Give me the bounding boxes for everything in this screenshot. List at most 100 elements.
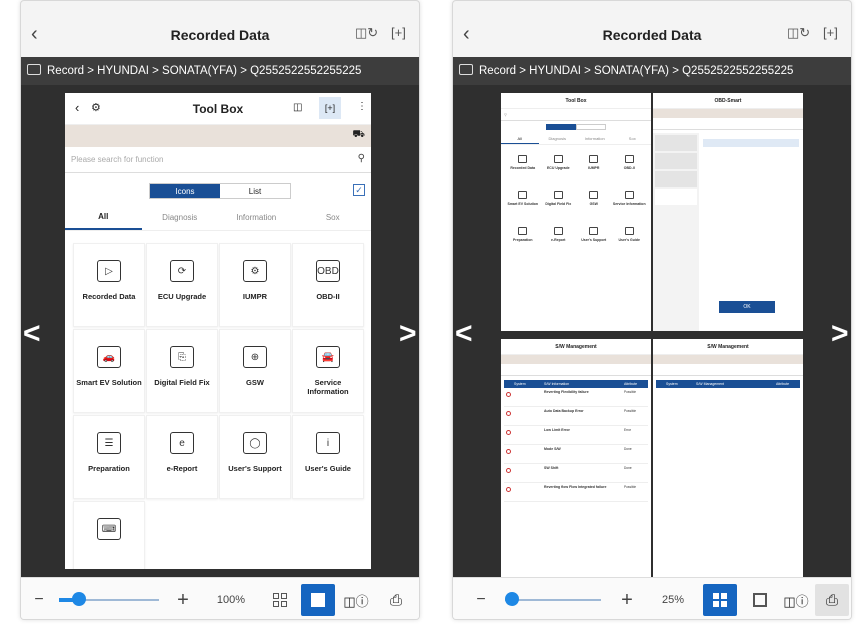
tool-tile[interactable]: e e-Report [146, 415, 218, 499]
toolbox-title: Tool Box [192, 101, 244, 116]
car-icon[interactable]: ⛟ [352, 129, 365, 142]
mini-th: S/W Information [544, 382, 570, 386]
grid-icon [273, 593, 287, 607]
arrow-right-icon[interactable]: > [399, 317, 417, 351]
grid-view-button[interactable] [263, 584, 297, 616]
mini-th: System [666, 382, 678, 386]
mini-tabs: All Diagnosis Information Sox [501, 133, 651, 145]
arrow-right-icon[interactable]: > [831, 317, 849, 351]
toggle-icons[interactable]: Icons [150, 184, 220, 198]
mini-tab: Diagnosis [548, 136, 567, 141]
tool-tile[interactable]: ⎘ Digital Field Fix [146, 329, 218, 413]
mini-title: Tool Box [565, 97, 587, 104]
expand-icon[interactable]: [+] [391, 25, 406, 40]
tool-label: Digital Field Fix [154, 378, 210, 387]
device-sync-icon[interactable]: ◫↻ [355, 25, 378, 41]
tab-sox[interactable]: Sox [295, 205, 372, 230]
checkbox[interactable]: ✓ [353, 184, 365, 196]
single-view-button[interactable] [301, 584, 335, 616]
row-title: SW Shift [544, 466, 559, 470]
tool-tile[interactable]: ⟳ ECU Upgrade [146, 243, 218, 327]
info-image-button[interactable]: ◫ⓘ [779, 584, 813, 616]
tool-tile[interactable]: ◯ User's Support [219, 415, 291, 499]
back-icon[interactable]: ‹ [31, 23, 38, 46]
expand-icon[interactable]: [+] [823, 25, 838, 40]
mini-search [501, 364, 651, 376]
device-icon[interactable]: ◫ [293, 102, 302, 113]
mini-obd-screen[interactable]: OBD-Smart OK [653, 93, 803, 331]
back-icon[interactable]: ‹ [75, 100, 79, 115]
mini-tab: Information [584, 136, 605, 141]
mini-tile-label: Digital Field Fix [545, 202, 572, 206]
search-input[interactable]: Please search for function ⚲ [65, 147, 371, 173]
keyboard-tile[interactable]: ⌨ [73, 501, 145, 569]
row-title: Reverting Flexibility failure [544, 390, 589, 394]
tool-tile[interactable]: OBD OBD-II [292, 243, 364, 327]
print-button[interactable]: ⎙ [815, 584, 849, 616]
tab-information[interactable]: Information [218, 205, 295, 230]
mini-tile-label: IUMPR [588, 166, 600, 170]
info-image-button[interactable]: ◫ⓘ [339, 584, 373, 616]
arrow-left-icon[interactable]: < [455, 317, 473, 351]
toggle-list[interactable]: List [220, 184, 290, 198]
mini-tile-label: User's Support [581, 238, 607, 242]
print-button[interactable]: ⎙ [379, 584, 413, 616]
mini-tile-icon [553, 227, 563, 235]
tool-label: User's Guide [305, 464, 351, 473]
zoom-slider-thumb[interactable] [505, 592, 519, 606]
tool-tile[interactable]: 🚗 Smart EV Solution [73, 329, 145, 413]
grid-view-button[interactable] [703, 584, 737, 616]
left-viewer-panel: ‹ Recorded Data ◫↻ [+] Record > HYUNDAI … [20, 0, 420, 620]
tool-tile[interactable]: ⊕ GSW [219, 329, 291, 413]
search-icon[interactable]: ⚲ [358, 153, 365, 164]
zoom-level: 100% [216, 594, 246, 606]
expand-icon[interactable]: [+] [319, 97, 341, 119]
zoom-slider-thumb[interactable] [72, 592, 86, 606]
zoom-slider-track[interactable] [505, 599, 601, 601]
mini-header: OBD-Smart [653, 93, 803, 109]
tool-tile[interactable]: ⚙ IUMPR [219, 243, 291, 327]
view-toggle[interactable]: Icons List [149, 183, 291, 199]
mini-tile-label: ECU Upgrade [546, 166, 570, 170]
mini-tile-label: OBD-II [623, 166, 635, 170]
breadcrumb: Record > HYUNDAI > SONATA(YFA) > Q255252… [453, 57, 851, 85]
mini-title: S/W Management [555, 343, 597, 350]
mini-header: Tool Box [501, 93, 651, 109]
mini-toolbox-screen[interactable]: Tool Box ⚲ All Diagnosis Information Sox… [501, 93, 651, 331]
tab-all[interactable]: All [65, 205, 142, 230]
mini-ok-button: OK [719, 301, 775, 313]
zoom-out-button[interactable]: − [471, 578, 491, 619]
table-row: Mode S/W Done [504, 445, 648, 464]
settings-icon[interactable]: ⚙ [91, 101, 101, 114]
table-row: Auto Data Backup Error Possible [504, 407, 648, 426]
mini-side-list [653, 133, 699, 331]
tool-tile[interactable]: ☰ Preparation [73, 415, 145, 499]
arrow-left-icon[interactable]: < [23, 317, 41, 351]
mini-search: ⚲ [501, 109, 651, 121]
image-info-icon: ◫ⓘ [343, 593, 369, 609]
mini-tile-label: Smart EV Solution [507, 202, 539, 206]
tab-diagnosis[interactable]: Diagnosis [142, 205, 219, 230]
mini-table-body: Reverting Flexibility failure Possible Aut… [504, 388, 648, 502]
mini-grid: Recorded Data ECU Upgrade IUMPR OBD-II Smart… [501, 145, 651, 261]
single-view-button[interactable] [743, 584, 777, 616]
toolbox-grid: ▷ Recorded Data ⟳ ECU Upgrade ⚙ IUMPR OBD OBD-I… [73, 243, 364, 569]
mini-sw-management-screen[interactable]: S/W Management System S/W Information At… [501, 339, 651, 577]
zoom-in-button[interactable]: + [173, 578, 193, 619]
zoom-out-button[interactable]: − [29, 578, 49, 619]
warning-icon [506, 430, 511, 435]
tool-tile[interactable]: ▷ Recorded Data [73, 243, 145, 327]
mini-title: S/W Management [707, 343, 749, 350]
mini-tile-icon [589, 227, 599, 235]
device-sync-icon[interactable]: ◫↻ [787, 25, 810, 41]
mini-tile-label: GSW [589, 202, 598, 206]
zoom-in-button[interactable]: + [617, 578, 637, 619]
tool-tile[interactable]: i User's Guide [292, 415, 364, 499]
back-icon[interactable]: ‹ [463, 23, 470, 46]
more-icon[interactable]: ⋮ [357, 101, 367, 112]
mini-sw-management-screen-2[interactable]: S/W Management System S/W Management Att… [653, 339, 803, 577]
right-viewer-panel: ‹ Recorded Data ◫↻ [+] Record > HYUNDAI … [452, 0, 852, 620]
mini-tile-icon [624, 227, 634, 235]
tool-tile[interactable]: 🚘 Service Information [292, 329, 364, 413]
breadcrumb: Record > HYUNDAI > SONATA(YFA) > Q255252… [21, 57, 419, 85]
